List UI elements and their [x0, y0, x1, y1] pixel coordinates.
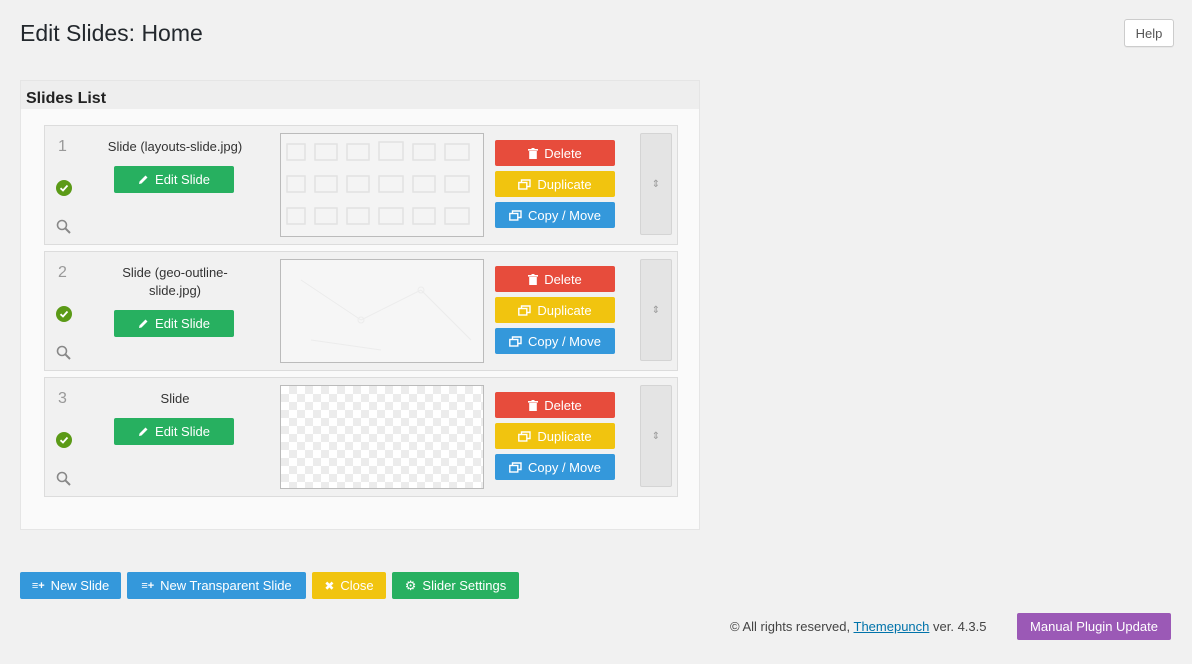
themepunch-link[interactable]: Themepunch [854, 619, 930, 634]
delete-label: Delete [544, 397, 582, 413]
manual-plugin-update-button[interactable]: Manual Plugin Update [1017, 613, 1171, 640]
footer-prefix: © All rights reserved, [730, 619, 854, 634]
duplicate-button[interactable]: Duplicate [495, 423, 615, 449]
new-transparent-slide-button[interactable]: ≡+ New Transparent Slide [127, 572, 306, 599]
duplicate-label: Duplicate [537, 176, 592, 192]
duplicate-label: Duplicate [537, 302, 592, 318]
gear-icon: ⚙ [404, 577, 417, 593]
pencil-icon [139, 175, 148, 184]
drag-handle[interactable]: ⇕ [640, 133, 672, 235]
magnifier-icon[interactable] [56, 471, 72, 492]
duplicate-icon [518, 430, 532, 442]
copy-move-icon [509, 461, 522, 473]
drag-arrows-icon: ⇕ [651, 430, 661, 442]
help-button[interactable]: Help [1124, 19, 1174, 47]
copy-move-label: Copy / Move [528, 207, 601, 223]
trash-icon [528, 273, 539, 285]
check-circle-icon [56, 180, 72, 196]
slide-thumbnail[interactable] [280, 385, 484, 489]
edit-slide-label: Edit Slide [155, 316, 210, 331]
edit-slide-label: Edit Slide [155, 424, 210, 439]
magnifier-icon[interactable] [56, 345, 72, 366]
panel-title: Slides List [26, 90, 107, 107]
slide-row: 3 Slide Edit Slide Delete Duplicate Copy… [44, 377, 678, 497]
drag-arrows-icon: ⇕ [651, 304, 661, 316]
edit-slide-label: Edit Slide [155, 172, 210, 187]
footer-version: ver. 4.3.5 [929, 619, 987, 634]
slide-number: 3 [58, 390, 67, 407]
trash-icon [528, 399, 539, 411]
slide-number: 1 [58, 138, 67, 155]
footer-copyright: © All rights reserved, Themepunch ver. 4… [730, 619, 986, 634]
slide-name: Slide [160, 391, 190, 406]
copy-move-label: Copy / Move [528, 333, 601, 349]
trash-icon [528, 147, 539, 159]
slide-row: 1 Slide (layouts-slide.jpg) Edit Slide D… [44, 125, 678, 245]
duplicate-icon [518, 304, 532, 316]
new-slide-label: New Slide [50, 578, 110, 593]
add-list-icon: ≡+ [31, 579, 45, 592]
copy-move-button[interactable]: Copy / Move [495, 328, 615, 354]
duplicate-button[interactable]: Duplicate [495, 297, 615, 323]
delete-button[interactable]: Delete [495, 140, 615, 166]
close-label: Close [340, 578, 374, 593]
slide-name: Slide (geo-outline-slide.jpg) [122, 265, 228, 298]
pencil-icon [139, 319, 148, 328]
slide-name: Slide (layouts-slide.jpg) [107, 139, 243, 154]
check-circle-icon [56, 432, 72, 448]
slide-row: 2 Slide (geo-outline-slide.jpg) Edit Sli… [44, 251, 678, 371]
pencil-icon [139, 427, 148, 436]
copy-move-button[interactable]: Copy / Move [495, 454, 615, 480]
new-slide-button[interactable]: ≡+ New Slide [20, 572, 121, 599]
copy-move-button[interactable]: Copy / Move [495, 202, 615, 228]
duplicate-icon [518, 178, 532, 190]
slider-settings-button[interactable]: ⚙ Slider Settings [392, 572, 519, 599]
slide-number: 2 [58, 264, 67, 281]
edit-slide-button[interactable]: Edit Slide [114, 418, 234, 445]
page-title: Edit Slides: Home [20, 20, 203, 46]
duplicate-label: Duplicate [537, 428, 592, 444]
copy-move-label: Copy / Move [528, 459, 601, 475]
panel-header [21, 81, 699, 109]
duplicate-button[interactable]: Duplicate [495, 171, 615, 197]
delete-button[interactable]: Delete [495, 266, 615, 292]
add-list-icon: ≡+ [141, 579, 155, 592]
slide-thumbnail[interactable] [280, 133, 484, 237]
drag-handle[interactable]: ⇕ [640, 259, 672, 361]
drag-handle[interactable]: ⇕ [640, 385, 672, 487]
copy-move-icon [509, 335, 522, 347]
drag-arrows-icon: ⇕ [651, 178, 661, 190]
slider-settings-label: Slider Settings [422, 578, 507, 593]
new-transparent-slide-label: New Transparent Slide [160, 578, 292, 593]
edit-slide-button[interactable]: Edit Slide [114, 166, 234, 193]
check-circle-icon [56, 306, 72, 322]
close-button[interactable]: ✖ Close [312, 572, 386, 599]
copy-move-icon [509, 209, 522, 221]
delete-button[interactable]: Delete [495, 392, 615, 418]
edit-slide-button[interactable]: Edit Slide [114, 310, 234, 337]
slides-list-panel: Slides List 1 Slide (layouts-slide.jpg) … [20, 80, 700, 530]
slide-thumbnail[interactable] [280, 259, 484, 363]
delete-label: Delete [544, 145, 582, 161]
close-icon: ✖ [324, 578, 335, 593]
delete-label: Delete [544, 271, 582, 287]
magnifier-icon[interactable] [56, 219, 72, 240]
